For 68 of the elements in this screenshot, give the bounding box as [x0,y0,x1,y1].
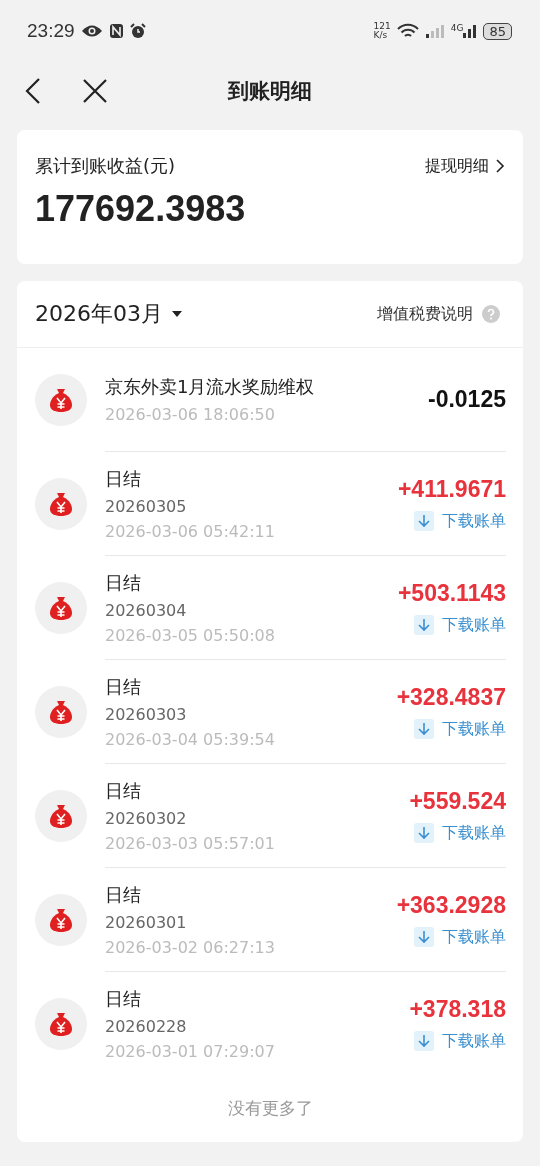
entry-code: 20260304 [105,600,188,620]
speed-value: 121 [373,22,391,31]
entry-title: 日结 [105,466,142,491]
entry-time: 2026-03-06 05:42:11 [105,521,275,541]
entry-amount: +559.524 [409,787,506,815]
entry-code: 20260303 [105,704,188,724]
entry-amount: +411.9671 [397,475,506,503]
help-icon [481,304,501,324]
entry-amount: -0.0125 [428,386,506,413]
list-end-text: 没有更多了 [226,1097,314,1120]
entry-code: 20260301 [105,912,188,932]
back-icon[interactable] [24,77,42,105]
nfc-icon [108,23,124,39]
withdraw-detail-link[interactable]: 提现明细 [425,155,505,177]
tax-info-link[interactable]: 增值税费说明 [377,303,501,325]
download-bill-link[interactable]: 下载账单 [414,718,506,740]
entry-time: 2026-03-06 18:06:50 [105,405,276,424]
total-amount: 177692.3983 [35,188,247,230]
signal-icon [463,23,478,39]
download-icon [414,823,434,843]
entry-time: 2026-03-01 07:29:07 [105,1041,275,1061]
speed-unit: K/s [373,31,389,40]
download-icon [414,927,434,947]
battery-indicator: 85 [483,22,512,40]
money-bag-icon [35,478,87,530]
entry-title: 京东外卖1月流水奖励维权 [105,375,315,399]
signal-icon [424,23,445,39]
entry-title: 日结 [105,882,142,907]
download-bill-link[interactable]: 下载账单 [414,510,506,532]
download-icon [414,719,434,739]
download-bill-link[interactable]: 下载账单 [414,614,506,636]
entry-title: 日结 [105,570,142,595]
caret-icon [171,309,183,319]
eye-icon [80,24,103,38]
entry-time: 2026-03-05 05:50:08 [105,625,275,645]
month-picker[interactable]: 2026年03月 [35,299,183,329]
entry-time: 2026-03-04 05:39:54 [105,729,275,749]
entry-amount: +503.1143 [397,579,506,607]
money-bag-icon [35,374,87,426]
download-bill-link[interactable]: 下载账单 [414,1030,506,1052]
status-time: 23:29 [27,20,75,42]
entry-amount: +378.318 [409,995,506,1023]
entry-amount: +363.2928 [396,891,506,919]
entry-time: 2026-03-03 05:57:01 [105,833,275,853]
money-bag-icon [35,686,87,738]
download-icon [414,511,434,531]
alarm-icon [129,23,146,39]
entry-title: 日结 [105,986,142,1011]
entry-code: 20260305 [105,496,188,516]
summary-label: 累计到账收益(元) [35,154,176,178]
chevron-icon [495,158,505,174]
network-type: 4G [450,23,464,33]
download-bill-link[interactable]: 下载账单 [414,926,506,948]
entry-amount: +328.4837 [396,683,506,711]
wifi-icon [396,23,419,39]
page-title: 到账明细 [228,78,312,105]
entry-title: 日结 [105,778,142,803]
money-bag-icon [35,790,87,842]
download-bill-link[interactable]: 下载账单 [414,822,506,844]
close-icon[interactable] [82,78,108,104]
money-bag-icon [35,582,87,634]
money-bag-icon [35,894,87,946]
entry-code: 20260228 [105,1016,188,1036]
download-icon [414,615,434,635]
entry-time: 2026-03-02 06:27:13 [105,937,275,957]
entry-title: 日结 [105,674,142,699]
entry-code: 20260302 [105,808,188,828]
download-icon [414,1031,434,1051]
